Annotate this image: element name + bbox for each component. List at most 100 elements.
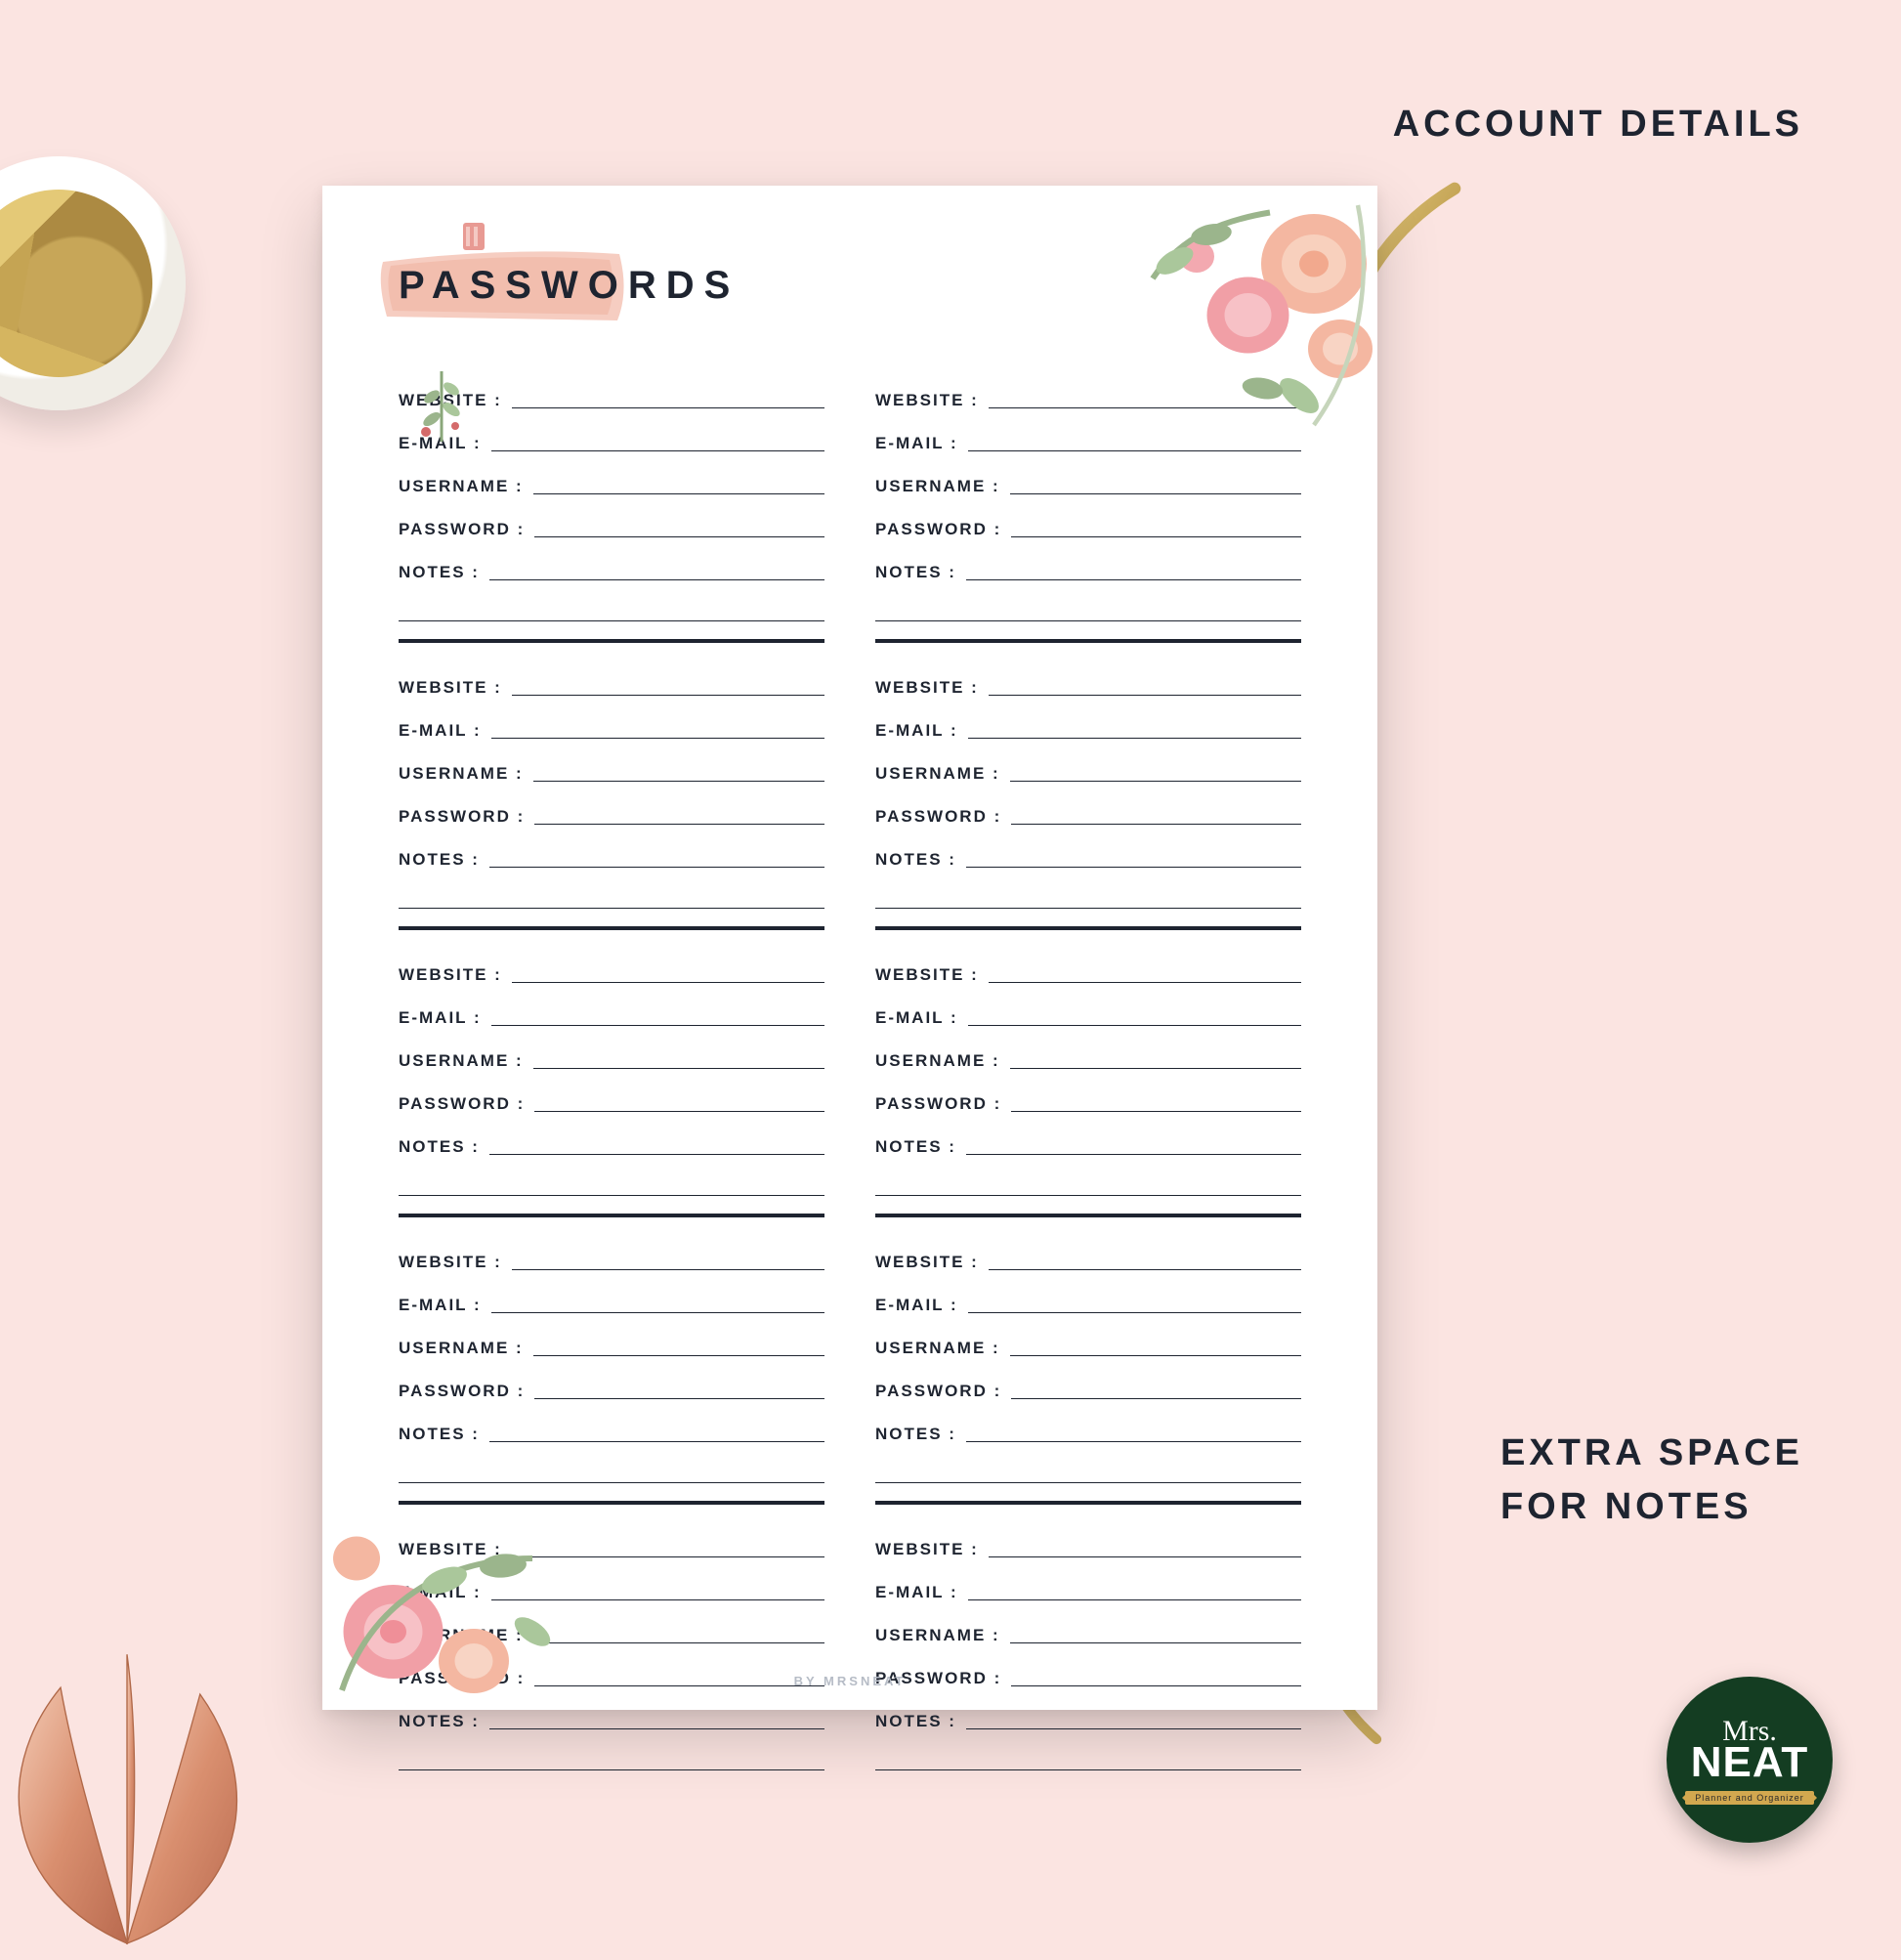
field-label-email: E-MAIL : — [399, 721, 482, 746]
brand-ribbon: Planner and Organizer — [1685, 1791, 1814, 1805]
write-line[interactable] — [533, 781, 824, 782]
write-line[interactable] — [512, 982, 824, 983]
write-line[interactable] — [968, 1025, 1301, 1026]
write-line[interactable] — [489, 867, 824, 868]
field-label-notes: NOTES : — [875, 1137, 956, 1163]
write-line[interactable] — [966, 1154, 1301, 1155]
field-row-password: PASSWORD : — [399, 1077, 824, 1120]
write-line[interactable] — [1011, 536, 1301, 537]
write-line[interactable] — [989, 1556, 1301, 1557]
field-row-email: E-MAIL : — [399, 1278, 824, 1321]
field-row-username: USERNAME : — [875, 746, 1301, 789]
field-label-username: USERNAME : — [399, 1051, 524, 1077]
field-label-website: WEBSITE : — [399, 1253, 502, 1278]
write-line[interactable] — [1010, 781, 1301, 782]
write-line[interactable] — [491, 738, 824, 739]
field-label-username: USERNAME : — [875, 477, 1000, 502]
field-label-notes: NOTES : — [875, 850, 956, 875]
write-line[interactable] — [1010, 493, 1301, 494]
write-line[interactable] — [1010, 1068, 1301, 1069]
field-row-password: PASSWORD : — [875, 789, 1301, 832]
field-row-notes: NOTES : — [875, 1120, 1301, 1163]
password-block: WEBSITE :E-MAIL :USERNAME :PASSWORD :NOT… — [875, 1505, 1301, 1770]
write-line[interactable] — [1010, 1642, 1301, 1643]
field-row-email: E-MAIL : — [399, 703, 824, 746]
notes-extra-line[interactable] — [875, 1450, 1301, 1483]
write-line[interactable] — [533, 1068, 824, 1069]
write-line[interactable] — [1011, 1111, 1301, 1112]
field-label-notes: NOTES : — [399, 1137, 480, 1163]
field-row-password: PASSWORD : — [875, 502, 1301, 545]
notes-extra-line[interactable] — [399, 1163, 824, 1196]
field-label-website: WEBSITE : — [399, 965, 502, 991]
notes-extra-line[interactable] — [875, 1163, 1301, 1196]
write-line[interactable] — [512, 695, 824, 696]
write-line[interactable] — [489, 1154, 824, 1155]
write-line[interactable] — [1011, 824, 1301, 825]
write-line[interactable] — [1010, 1355, 1301, 1356]
field-row-notes: NOTES : — [875, 832, 1301, 875]
write-line[interactable] — [989, 695, 1301, 696]
notes-extra-line[interactable] — [399, 588, 824, 621]
write-line[interactable] — [534, 1111, 824, 1112]
field-row-username: USERNAME : — [399, 746, 824, 789]
write-line[interactable] — [533, 1355, 824, 1356]
field-row-password: PASSWORD : — [875, 1364, 1301, 1407]
notes-extra-line[interactable] — [399, 1737, 824, 1770]
write-line[interactable] — [533, 493, 824, 494]
field-label-username: USERNAME : — [875, 1626, 1000, 1651]
write-line[interactable] — [989, 1269, 1301, 1270]
write-line[interactable] — [512, 1269, 824, 1270]
write-line[interactable] — [534, 824, 824, 825]
notes-extra-line[interactable] — [875, 1737, 1301, 1770]
field-row-username: USERNAME : — [875, 1608, 1301, 1651]
field-row-website: WEBSITE : — [875, 1235, 1301, 1278]
field-row-email: E-MAIL : — [875, 1565, 1301, 1608]
field-label-website: WEBSITE : — [875, 1253, 979, 1278]
write-line[interactable] — [1011, 1398, 1301, 1399]
field-label-email: E-MAIL : — [399, 1008, 482, 1034]
field-row-notes: NOTES : — [399, 832, 824, 875]
callout-line: EXTRA SPACE — [1500, 1432, 1803, 1473]
field-row-website: WEBSITE : — [399, 1235, 824, 1278]
write-line[interactable] — [989, 982, 1301, 983]
write-line[interactable] — [968, 1312, 1301, 1313]
write-line[interactable] — [966, 579, 1301, 580]
write-line[interactable] — [534, 536, 824, 537]
field-row-notes: NOTES : — [875, 545, 1301, 588]
binder-clips-bowl-prop — [0, 156, 186, 410]
write-line[interactable] — [968, 738, 1301, 739]
write-line[interactable] — [489, 579, 824, 580]
notes-extra-line[interactable] — [875, 588, 1301, 621]
leaf-sprig-decoration — [412, 365, 471, 444]
field-label-notes: NOTES : — [399, 563, 480, 588]
write-line[interactable] — [966, 1728, 1301, 1729]
write-line[interactable] — [966, 1441, 1301, 1442]
field-label-email: E-MAIL : — [875, 1008, 958, 1034]
notes-extra-line[interactable] — [399, 875, 824, 909]
notes-extra-line[interactable] — [875, 875, 1301, 909]
write-line[interactable] — [489, 1728, 824, 1729]
field-label-website: WEBSITE : — [875, 965, 979, 991]
write-line[interactable] — [512, 407, 824, 408]
field-row-username: USERNAME : — [875, 1321, 1301, 1364]
write-line[interactable] — [534, 1398, 824, 1399]
field-row-website: WEBSITE : — [399, 660, 824, 703]
password-block: WEBSITE :E-MAIL :USERNAME :PASSWORD :NOT… — [399, 643, 824, 930]
field-row-password: PASSWORD : — [399, 502, 824, 545]
field-row-notes: NOTES : — [875, 1407, 1301, 1450]
brand-line2: NEAT — [1691, 1738, 1809, 1787]
write-line[interactable] — [491, 1312, 824, 1313]
field-label-username: USERNAME : — [875, 764, 1000, 789]
rose-gold-leaf-prop — [0, 1628, 293, 1960]
write-line[interactable] — [968, 1599, 1301, 1600]
field-label-email: E-MAIL : — [875, 434, 958, 459]
field-label-email: E-MAIL : — [875, 721, 958, 746]
write-line[interactable] — [491, 1025, 824, 1026]
footer-credit: BY MRSNEAT — [322, 1674, 1377, 1688]
field-row-email: E-MAIL : — [875, 703, 1301, 746]
field-row-email: E-MAIL : — [399, 991, 824, 1034]
field-label-password: PASSWORD : — [875, 1094, 1001, 1120]
write-line[interactable] — [491, 450, 824, 451]
write-line[interactable] — [966, 867, 1301, 868]
